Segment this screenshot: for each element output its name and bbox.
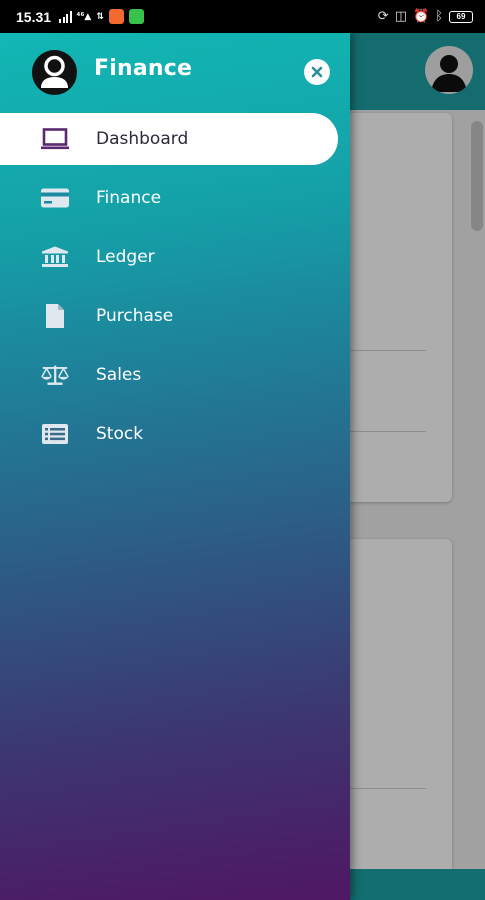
vibrate-icon: ◫ [394,9,407,24]
balance-scale-icon [40,363,70,387]
data-icon: ⇅ [96,11,104,22]
menu-item-stock[interactable]: Stock [0,408,350,460]
drawer-header: Finance [0,33,350,107]
list-icon [40,422,70,446]
battery-icon: 69 [449,10,473,23]
status-left-icons: ⁴⁶▲ ⇅ [59,9,144,24]
credit-card-icon [40,186,70,210]
menu-item-dashboard[interactable]: Dashboard [0,113,338,165]
menu-item-label: Purchase [96,306,174,326]
navigation-drawer: Finance Dashboard Finance Ledger Purchas… [0,33,350,900]
notification-app-icon [108,9,124,24]
document-icon [40,304,70,328]
battery-level: 69 [456,12,466,21]
menu-item-finance[interactable]: Finance [0,172,350,224]
menu-item-label: Ledger [96,247,155,267]
rotate-icon: ⟳ [377,9,389,24]
drawer-menu: Dashboard Finance Ledger Purchase Sales … [0,113,350,467]
menu-item-label: Sales [96,365,142,385]
alarm-icon: ⏰ [413,9,430,24]
menu-item-sales[interactable]: Sales [0,349,350,401]
status-time: 15.31 [16,8,52,25]
drawer-title: Finance [94,56,193,81]
menu-item-label: Dashboard [96,129,189,149]
app-logo [32,50,77,95]
bluetooth-icon: ᛒ [435,9,443,24]
user-logo-icon [41,55,68,88]
whatsapp-icon [128,9,144,24]
close-drawer-button[interactable] [304,59,330,85]
status-bar: 15.31 ⁴⁶▲ ⇅ ⟳ ◫ ⏰ ᛒ 69 [0,0,485,33]
signal-icon [59,10,72,23]
status-right-icons: ⟳ ◫ ⏰ ᛒ 69 [378,9,473,24]
bank-icon [40,245,70,269]
menu-item-ledger[interactable]: Ledger [0,231,350,283]
wifi-signal-icon: ⁴⁶▲ [76,11,92,22]
menu-item-purchase[interactable]: Purchase [0,290,350,342]
close-icon [311,66,323,78]
menu-item-label: Stock [96,424,144,444]
laptop-icon [40,127,70,151]
menu-item-label: Finance [96,188,162,208]
